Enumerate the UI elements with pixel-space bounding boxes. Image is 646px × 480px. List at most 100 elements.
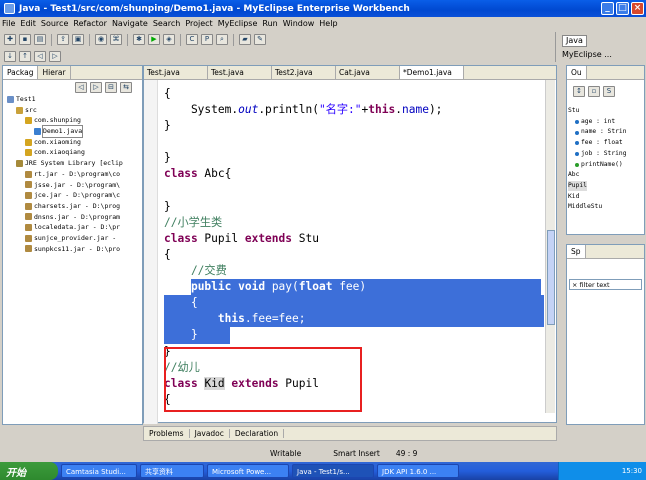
open-folder-icon[interactable]: ▰ — [239, 34, 251, 45]
server-icon[interactable]: ▣ — [72, 34, 84, 45]
external-tools-icon[interactable]: ◈ — [163, 34, 175, 45]
tree-item[interactable]: sunjce_provider.jar - — [3, 233, 142, 244]
menu-bar: File Edit Source Refactor Navigate Searc… — [0, 17, 646, 30]
back-icon[interactable]: ◁ — [34, 51, 46, 62]
tab-snippets[interactable]: Sp — [567, 245, 586, 258]
print-icon[interactable]: ▤ — [34, 34, 46, 45]
outline-item-label: job : String — [581, 149, 627, 157]
outline-item[interactable]: Stu — [567, 106, 644, 117]
tab-outline[interactable]: Ou — [567, 66, 587, 79]
next-annotation-icon[interactable]: ↓ — [4, 51, 16, 62]
filter-input[interactable]: × filter text — [569, 279, 642, 290]
minimize-button[interactable]: _ — [601, 2, 614, 15]
scrollbar-thumb[interactable] — [547, 230, 555, 325]
outline-item[interactable]: job : String — [567, 149, 644, 160]
start-button[interactable]: 开始 — [0, 462, 58, 480]
menu-project[interactable]: Project — [185, 19, 212, 28]
tab-problems[interactable]: Problems — [144, 429, 190, 438]
outline-item[interactable]: MiddleStu — [567, 202, 644, 213]
new-class-icon[interactable]: C — [186, 34, 198, 45]
menu-myeclipse[interactable]: MyEclipse — [218, 19, 258, 28]
code-line: } — [164, 199, 171, 213]
tree-item[interactable]: rt.jar - D:\program\co — [3, 169, 142, 180]
annotation-highlight-box — [164, 347, 362, 412]
task-jdk-api[interactable]: JDK API 1.6.0 ... — [377, 464, 459, 478]
menu-run[interactable]: Run — [262, 19, 277, 28]
back-nav-icon[interactable]: ◁ — [75, 81, 87, 93]
menu-search[interactable]: Search — [153, 19, 180, 28]
task-shared-folder[interactable]: 共享资料 — [140, 464, 204, 478]
search-icon[interactable]: ⌕ — [216, 34, 228, 45]
menu-help[interactable]: Help — [319, 19, 337, 28]
forward-icon[interactable]: ▷ — [49, 51, 61, 62]
menu-file[interactable]: File — [2, 19, 15, 28]
hide-static-icon[interactable]: S — [603, 86, 615, 97]
tree-item[interactable]: Test1 — [3, 94, 142, 105]
tree-item-label: jce.jar - D:\program\c — [34, 191, 121, 200]
edit-icon[interactable]: ✎ — [254, 34, 266, 45]
editor-scrollbar[interactable] — [545, 80, 555, 413]
tree-item[interactable]: jsse.jar - D:\program\ — [3, 180, 142, 191]
outline-item[interactable]: name : Strin — [567, 127, 644, 138]
task-powerpoint[interactable]: Microsoft Powe... — [207, 464, 289, 478]
tree-item[interactable]: com.shunping — [3, 115, 142, 126]
tree-item-label: Test1 — [16, 95, 36, 103]
tab-test-java-1[interactable]: Test.java — [144, 66, 208, 79]
link-editor-icon[interactable]: ⇆ — [120, 81, 132, 93]
tab-test2-java[interactable]: Test2.java — [272, 66, 336, 79]
menu-refactor[interactable]: Refactor — [73, 19, 107, 28]
menu-edit[interactable]: Edit — [20, 19, 36, 28]
sort-icon[interactable]: ↕ — [573, 86, 585, 97]
task-eclipse[interactable]: Java - Test1/s... — [292, 464, 374, 478]
tab-package-explorer[interactable]: Packag — [3, 66, 39, 79]
outline-item[interactable]: printName() — [567, 159, 644, 170]
tree-item[interactable]: sunpkcs11.jar - D:\pro — [3, 244, 142, 255]
tree-item[interactable]: com.xiaoming — [3, 137, 142, 148]
outline-item[interactable]: fee : float — [567, 138, 644, 149]
main-toolbar: ✚ ▪ ▤ ⇪ ▣ ◉ ⌘ ✱ ▶ ◈ C P ⌕ ▰ ✎ — [0, 30, 646, 49]
task-camtasia[interactable]: Camtasia Studi... — [61, 464, 137, 478]
outline-item[interactable]: Pupil — [567, 180, 644, 192]
menu-navigate[interactable]: Navigate — [112, 19, 148, 28]
close-button[interactable]: × — [631, 2, 644, 15]
forward-nav-icon[interactable]: ▷ — [90, 81, 102, 93]
outline-item[interactable]: age : int — [567, 117, 644, 128]
tree-item[interactable]: charsets.jar - D:\prog — [3, 201, 142, 212]
tab-cat-java[interactable]: Cat.java — [336, 66, 400, 79]
menu-source[interactable]: Source — [41, 19, 68, 28]
outline-item[interactable]: Abc — [567, 170, 644, 181]
outline-item[interactable]: Kid — [567, 192, 644, 203]
prev-annotation-icon[interactable]: ↑ — [19, 51, 31, 62]
tree-item[interactable]: Demo1.java — [3, 125, 142, 138]
outline-item-label: age : int — [581, 117, 616, 125]
browser-icon[interactable]: ◉ — [95, 34, 107, 45]
myeclipse-perspective-button[interactable]: MyEclipse ... — [562, 49, 612, 61]
window-title: Java - Test1/src/com/shunping/Demo1.java… — [19, 3, 410, 14]
open-type-icon[interactable]: ⌘ — [110, 34, 122, 45]
maximize-button[interactable]: □ — [616, 2, 629, 15]
deploy-icon[interactable]: ⇪ — [57, 34, 69, 45]
tree-item[interactable]: src — [3, 105, 142, 116]
collapse-all-icon[interactable]: ⊟ — [105, 81, 117, 93]
new-package-icon[interactable]: P — [201, 34, 213, 45]
new-icon[interactable]: ✚ — [4, 34, 16, 45]
tree-item[interactable]: com.xiaoqiang — [3, 147, 142, 158]
save-icon[interactable]: ▪ — [19, 34, 31, 45]
title-bar[interactable]: Java - Test1/src/com/shunping/Demo1.java… — [0, 0, 646, 17]
tab-test-java-2[interactable]: Test.java — [208, 66, 272, 79]
menu-window[interactable]: Window — [283, 19, 315, 28]
run-icon[interactable]: ▶ — [148, 34, 160, 45]
debug-icon[interactable]: ✱ — [133, 34, 145, 45]
tab-hierarchy[interactable]: Hierar — [38, 66, 71, 79]
tab-demo1-java[interactable]: *Demo1.java — [400, 66, 464, 79]
code-line: System.out.println("名字:"+this.name); — [164, 103, 443, 117]
tab-javadoc[interactable]: Javadoc — [190, 429, 230, 438]
hide-fields-icon[interactable]: ▫ — [588, 86, 600, 97]
tab-declaration[interactable]: Declaration — [230, 429, 285, 438]
tree-item[interactable]: JRE System Library [eclip — [3, 158, 142, 169]
code-line-selected: } — [164, 327, 544, 344]
tree-item[interactable]: dnsns.jar - D:\program — [3, 212, 142, 223]
tree-item[interactable]: localedata.jar - D:\pr — [3, 222, 142, 233]
java-perspective-button[interactable]: Java — [562, 35, 587, 47]
tree-item[interactable]: jce.jar - D:\program\c — [3, 190, 142, 201]
